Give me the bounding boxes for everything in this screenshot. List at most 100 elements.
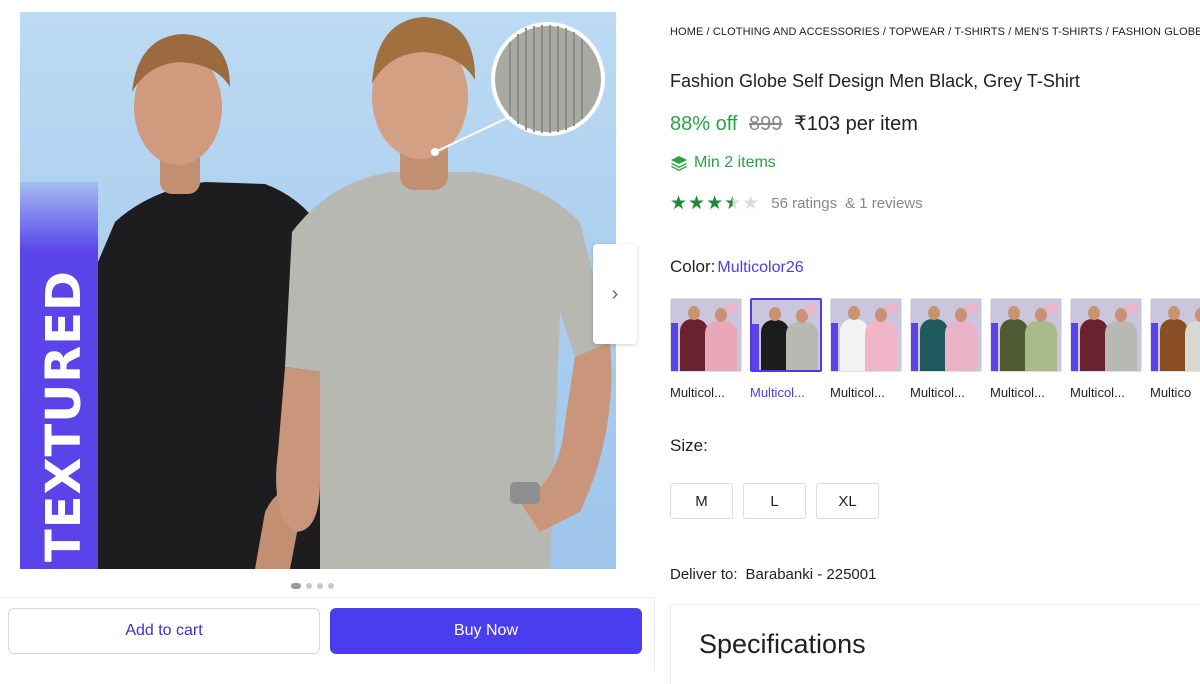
swatch-band [991,323,998,371]
product-photo-illustration [98,17,612,569]
specifications-title: Specifications [699,629,866,659]
swatch-band [1071,323,1078,371]
swatch-h1 [1168,306,1180,320]
swatch-badge [966,302,978,314]
swatch-h2 [1195,308,1200,322]
deliver-to-label: Deliver to: [670,566,738,583]
swatch-band [1151,323,1158,371]
star-icon: ★ [706,193,724,214]
chevron-right-icon: › [611,282,619,305]
carousel-dot[interactable] [328,583,334,589]
ratings-count: 56 ratings [771,195,838,212]
color-swatch[interactable]: Multicol... [670,298,742,400]
swatch-h1 [769,307,781,321]
buy-now-button[interactable]: Buy Now [330,608,642,654]
swatch-p1 [680,319,708,371]
size-option-l[interactable]: L [743,483,806,519]
min-items-label: Min 2 items [694,154,776,171]
swatch-label: Multicol... [670,385,725,400]
swatch-thumbnail [670,298,742,372]
swatch-thumbnail [910,298,982,372]
swatch-p2 [705,321,737,371]
swatch-band [671,323,678,371]
swatch-h2 [875,308,887,322]
star-icon: ★ [670,193,688,214]
price-row: 88% off 899 ₹103 per item [670,111,918,136]
swatch-h1 [688,306,700,320]
color-swatch[interactable]: Multicol... [990,298,1062,400]
swatch-band [752,324,759,370]
specifications-card[interactable]: Specifications [670,604,1200,684]
selling-price: ₹103 per item [793,113,918,135]
swatch-thumbnail [990,298,1062,372]
rating-row[interactable]: ★ ★ ★ ★ ★ 56 ratings & 1 reviews [670,194,923,213]
swatch-p2 [786,322,818,370]
size-option-xl[interactable]: XL [816,483,879,519]
swatch-label: Multico [1150,385,1192,400]
swatch-thumbnail [1150,298,1200,372]
swatch-p2 [1105,321,1137,371]
swatch-p2 [865,321,897,371]
size-label: Size: [670,436,708,455]
carousel-dot[interactable] [306,583,312,589]
color-swatches: Multicol... Multicol... Multicol... Multico… [670,298,1200,400]
swatch-thumbnail [1070,298,1142,372]
layers-icon [671,156,687,171]
product-title: Fashion Globe Self Design Men Black, Gre… [670,71,1080,91]
size-options: M L XL [670,483,879,519]
add-to-cart-button[interactable]: Add to cart [8,608,320,654]
swatch-p1 [1080,319,1108,371]
color-swatch[interactable]: Multicol... [910,298,982,400]
color-swatch[interactable]: Multicol... [1070,298,1142,400]
mrp-price: 899 [749,113,783,135]
textured-label: TEXTURED [36,270,92,562]
swatch-p1 [1160,319,1188,371]
delivery-info[interactable]: Deliver to: Barabanki - 225001 [670,566,876,583]
reviews-count: & 1 reviews [845,195,923,212]
color-swatch[interactable]: Multico [1150,298,1200,400]
color-swatch[interactable]: Multicol... [830,298,902,400]
swatch-h2 [715,308,727,322]
color-swatch[interactable]: Multicol... [750,298,822,400]
size-option-m[interactable]: M [670,483,733,519]
swatch-p1 [1000,319,1028,371]
swatch-thumbnail [750,298,822,372]
color-label: Color: [670,257,716,276]
next-image-button[interactable]: › [593,244,637,344]
star-empty-icon: ★ [742,193,760,214]
delivery-location: Barabanki - 225001 [745,566,877,583]
star-icon: ★ [688,193,706,214]
swatch-p2 [1025,321,1057,371]
swatch-h1 [928,306,940,320]
swatch-p1 [920,319,948,371]
swatch-h1 [848,306,860,320]
swatch-label: Multicol... [750,385,805,400]
breadcrumb[interactable]: HOME / CLOTHING AND ACCESSORIES / TOPWEA… [670,26,1200,38]
min-items-info: Min 2 items [670,154,776,172]
carousel-dot[interactable] [317,583,323,589]
divider [0,597,655,598]
swatch-p1 [840,319,868,371]
carousel-dot[interactable] [291,583,301,589]
swatch-p1 [761,320,789,370]
swatch-h2 [955,308,967,322]
swatch-h1 [1088,306,1100,320]
swatch-h2 [1035,308,1047,322]
carousel-dots [291,583,334,589]
swatch-badge [1126,302,1138,314]
discount-label: 88% off [670,113,738,135]
star-rating: ★ ★ ★ ★ ★ [670,194,759,213]
swatch-badge [805,303,817,315]
star-half-icon: ★ [724,193,742,214]
swatch-p2 [945,321,977,371]
swatch-badge [726,302,738,314]
swatch-badge [886,302,898,314]
swatch-h1 [1008,306,1020,320]
selected-color-value: Multicolor26 [717,259,804,276]
swatch-badge [1046,302,1058,314]
swatch-label: Multicol... [830,385,885,400]
swatch-h2 [1115,308,1127,322]
swatch-label: Multicol... [1070,385,1125,400]
product-image[interactable]: TEXTURED [20,12,616,569]
swatch-band [911,323,918,371]
